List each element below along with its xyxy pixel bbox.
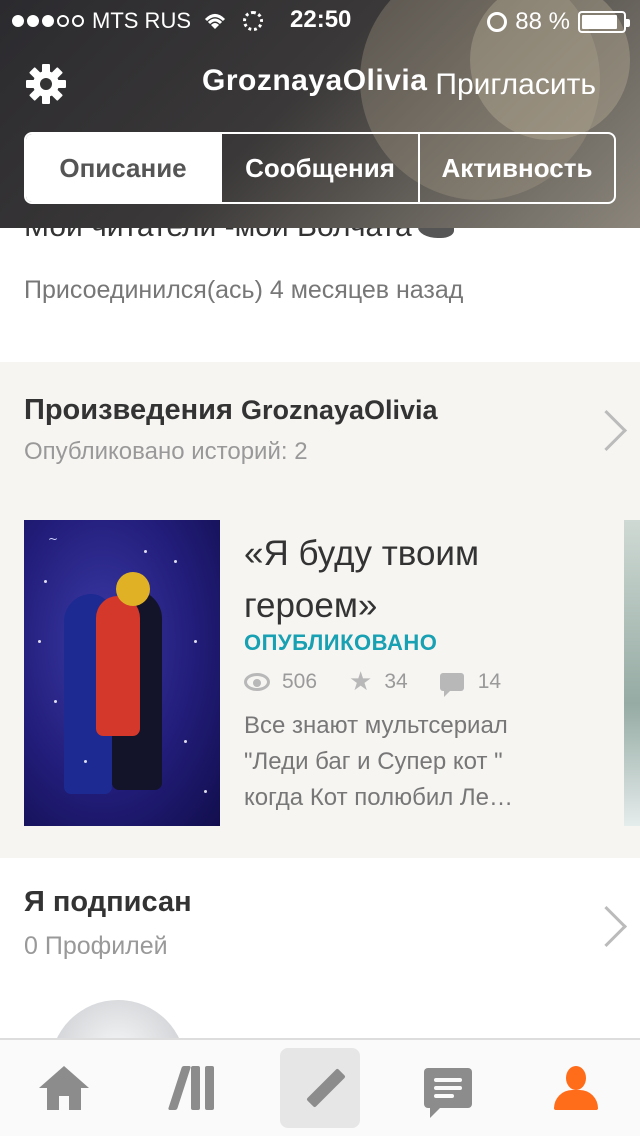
joined-date: Присоединился(ась) 4 месяцев назад	[24, 276, 464, 304]
tab-messages[interactable]: Сообщения	[222, 134, 420, 202]
pencil-icon	[296, 1064, 346, 1112]
profile-tabs: Описание Сообщения Активность	[24, 132, 616, 204]
chat-icon	[424, 1068, 472, 1118]
star-icon: ★	[349, 666, 373, 696]
profile-header: MTS RUS 22:50 88 % GroznayaOlivia Пригла…	[0, 0, 640, 228]
library-icon	[167, 1066, 215, 1110]
bottom-tab-bar	[0, 1038, 640, 1136]
tab-library[interactable]	[152, 1048, 232, 1128]
profile-username-title: GroznayaOlivia	[202, 64, 428, 97]
alarm-icon	[487, 12, 508, 32]
following-count: 0 Профилей	[24, 932, 168, 960]
story-comments: 14	[477, 669, 502, 693]
eye-icon	[244, 672, 270, 691]
status-time: 22:50	[290, 6, 352, 33]
works-section: Произведения GroznayaOlivia Опубликовано…	[0, 362, 640, 858]
story-title[interactable]: «Я буду твоим героем»	[244, 528, 524, 632]
invite-button[interactable]: Пригласить	[435, 68, 596, 102]
home-icon	[39, 1066, 89, 1110]
works-title: Произведения	[24, 394, 233, 426]
chevron-right-icon[interactable]	[592, 412, 616, 452]
gear-icon[interactable]	[24, 62, 68, 106]
wifi-icon	[204, 14, 226, 29]
tab-home[interactable]	[24, 1048, 104, 1128]
story-status-badge: ОПУБЛИКОВАНО	[244, 630, 438, 655]
comment-icon	[439, 672, 464, 697]
story-stats: 506 ★ 34 14	[244, 666, 533, 697]
battery-percent: 88 %	[515, 8, 570, 35]
tab-write[interactable]	[280, 1048, 360, 1128]
chevron-right-icon[interactable]	[592, 908, 616, 948]
works-count: Опубликовано историй: 2	[24, 438, 308, 465]
tab-description[interactable]: Описание	[26, 134, 222, 202]
story-votes: 34	[384, 669, 408, 693]
works-username: GroznayaOlivia	[240, 395, 438, 425]
tab-profile[interactable]	[536, 1048, 616, 1128]
story-cover[interactable]: ~	[24, 520, 220, 826]
user-icon	[554, 1066, 598, 1110]
battery-icon	[578, 11, 630, 33]
signal-strength-icon	[12, 15, 84, 27]
status-bar: MTS RUS 22:50 88 %	[0, 0, 640, 40]
tab-activity[interactable]: Активность	[420, 134, 614, 202]
story-description: Все знают мультсериал "Леди баг и Супер …	[244, 712, 514, 811]
story-views: 506	[282, 669, 318, 693]
activity-spinner-icon	[243, 11, 263, 31]
next-story-cover[interactable]	[624, 520, 640, 826]
tab-messages-inbox[interactable]	[408, 1048, 488, 1128]
works-header[interactable]: Произведения GroznayaOlivia	[24, 394, 438, 427]
navigation-bar: GroznayaOlivia Пригласить	[0, 50, 640, 120]
following-title[interactable]: Я подписан	[24, 886, 192, 919]
carrier-name: MTS RUS	[92, 8, 191, 33]
